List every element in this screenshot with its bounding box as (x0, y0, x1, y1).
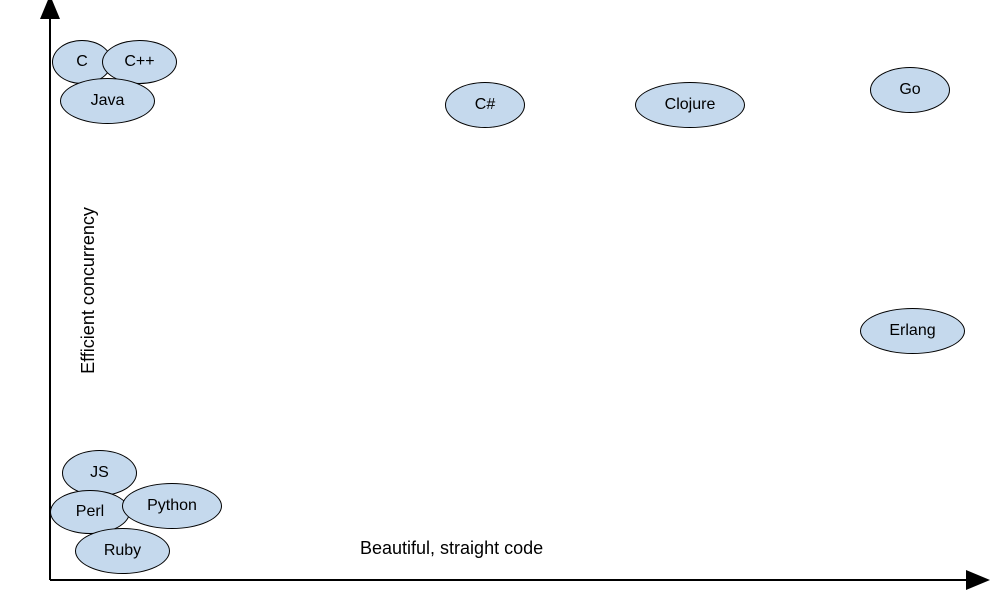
point-clojure: Clojure (635, 82, 745, 128)
point-csharp: C# (445, 82, 525, 128)
point-label: C (76, 53, 88, 71)
scatter-chart: Efficient concurrency Beautiful, straigh… (20, 10, 980, 590)
x-axis-label: Beautiful, straight code (360, 538, 543, 559)
point-js: JS (62, 450, 137, 496)
point-erlang: Erlang (860, 308, 965, 354)
y-axis-label: Efficient concurrency (78, 207, 99, 374)
point-ruby: Ruby (75, 528, 170, 574)
point-label: C++ (124, 53, 154, 71)
point-python: Python (122, 483, 222, 529)
point-label: Clojure (665, 96, 716, 114)
point-label: Ruby (104, 542, 141, 560)
point-label: JS (90, 464, 109, 482)
point-label: Java (91, 92, 125, 110)
point-java: Java (60, 78, 155, 124)
point-label: C# (475, 96, 495, 114)
point-label: Python (147, 497, 197, 515)
point-label: Erlang (889, 322, 935, 340)
point-go: Go (870, 67, 950, 113)
point-label: Perl (76, 503, 104, 521)
point-label: Go (899, 81, 920, 99)
